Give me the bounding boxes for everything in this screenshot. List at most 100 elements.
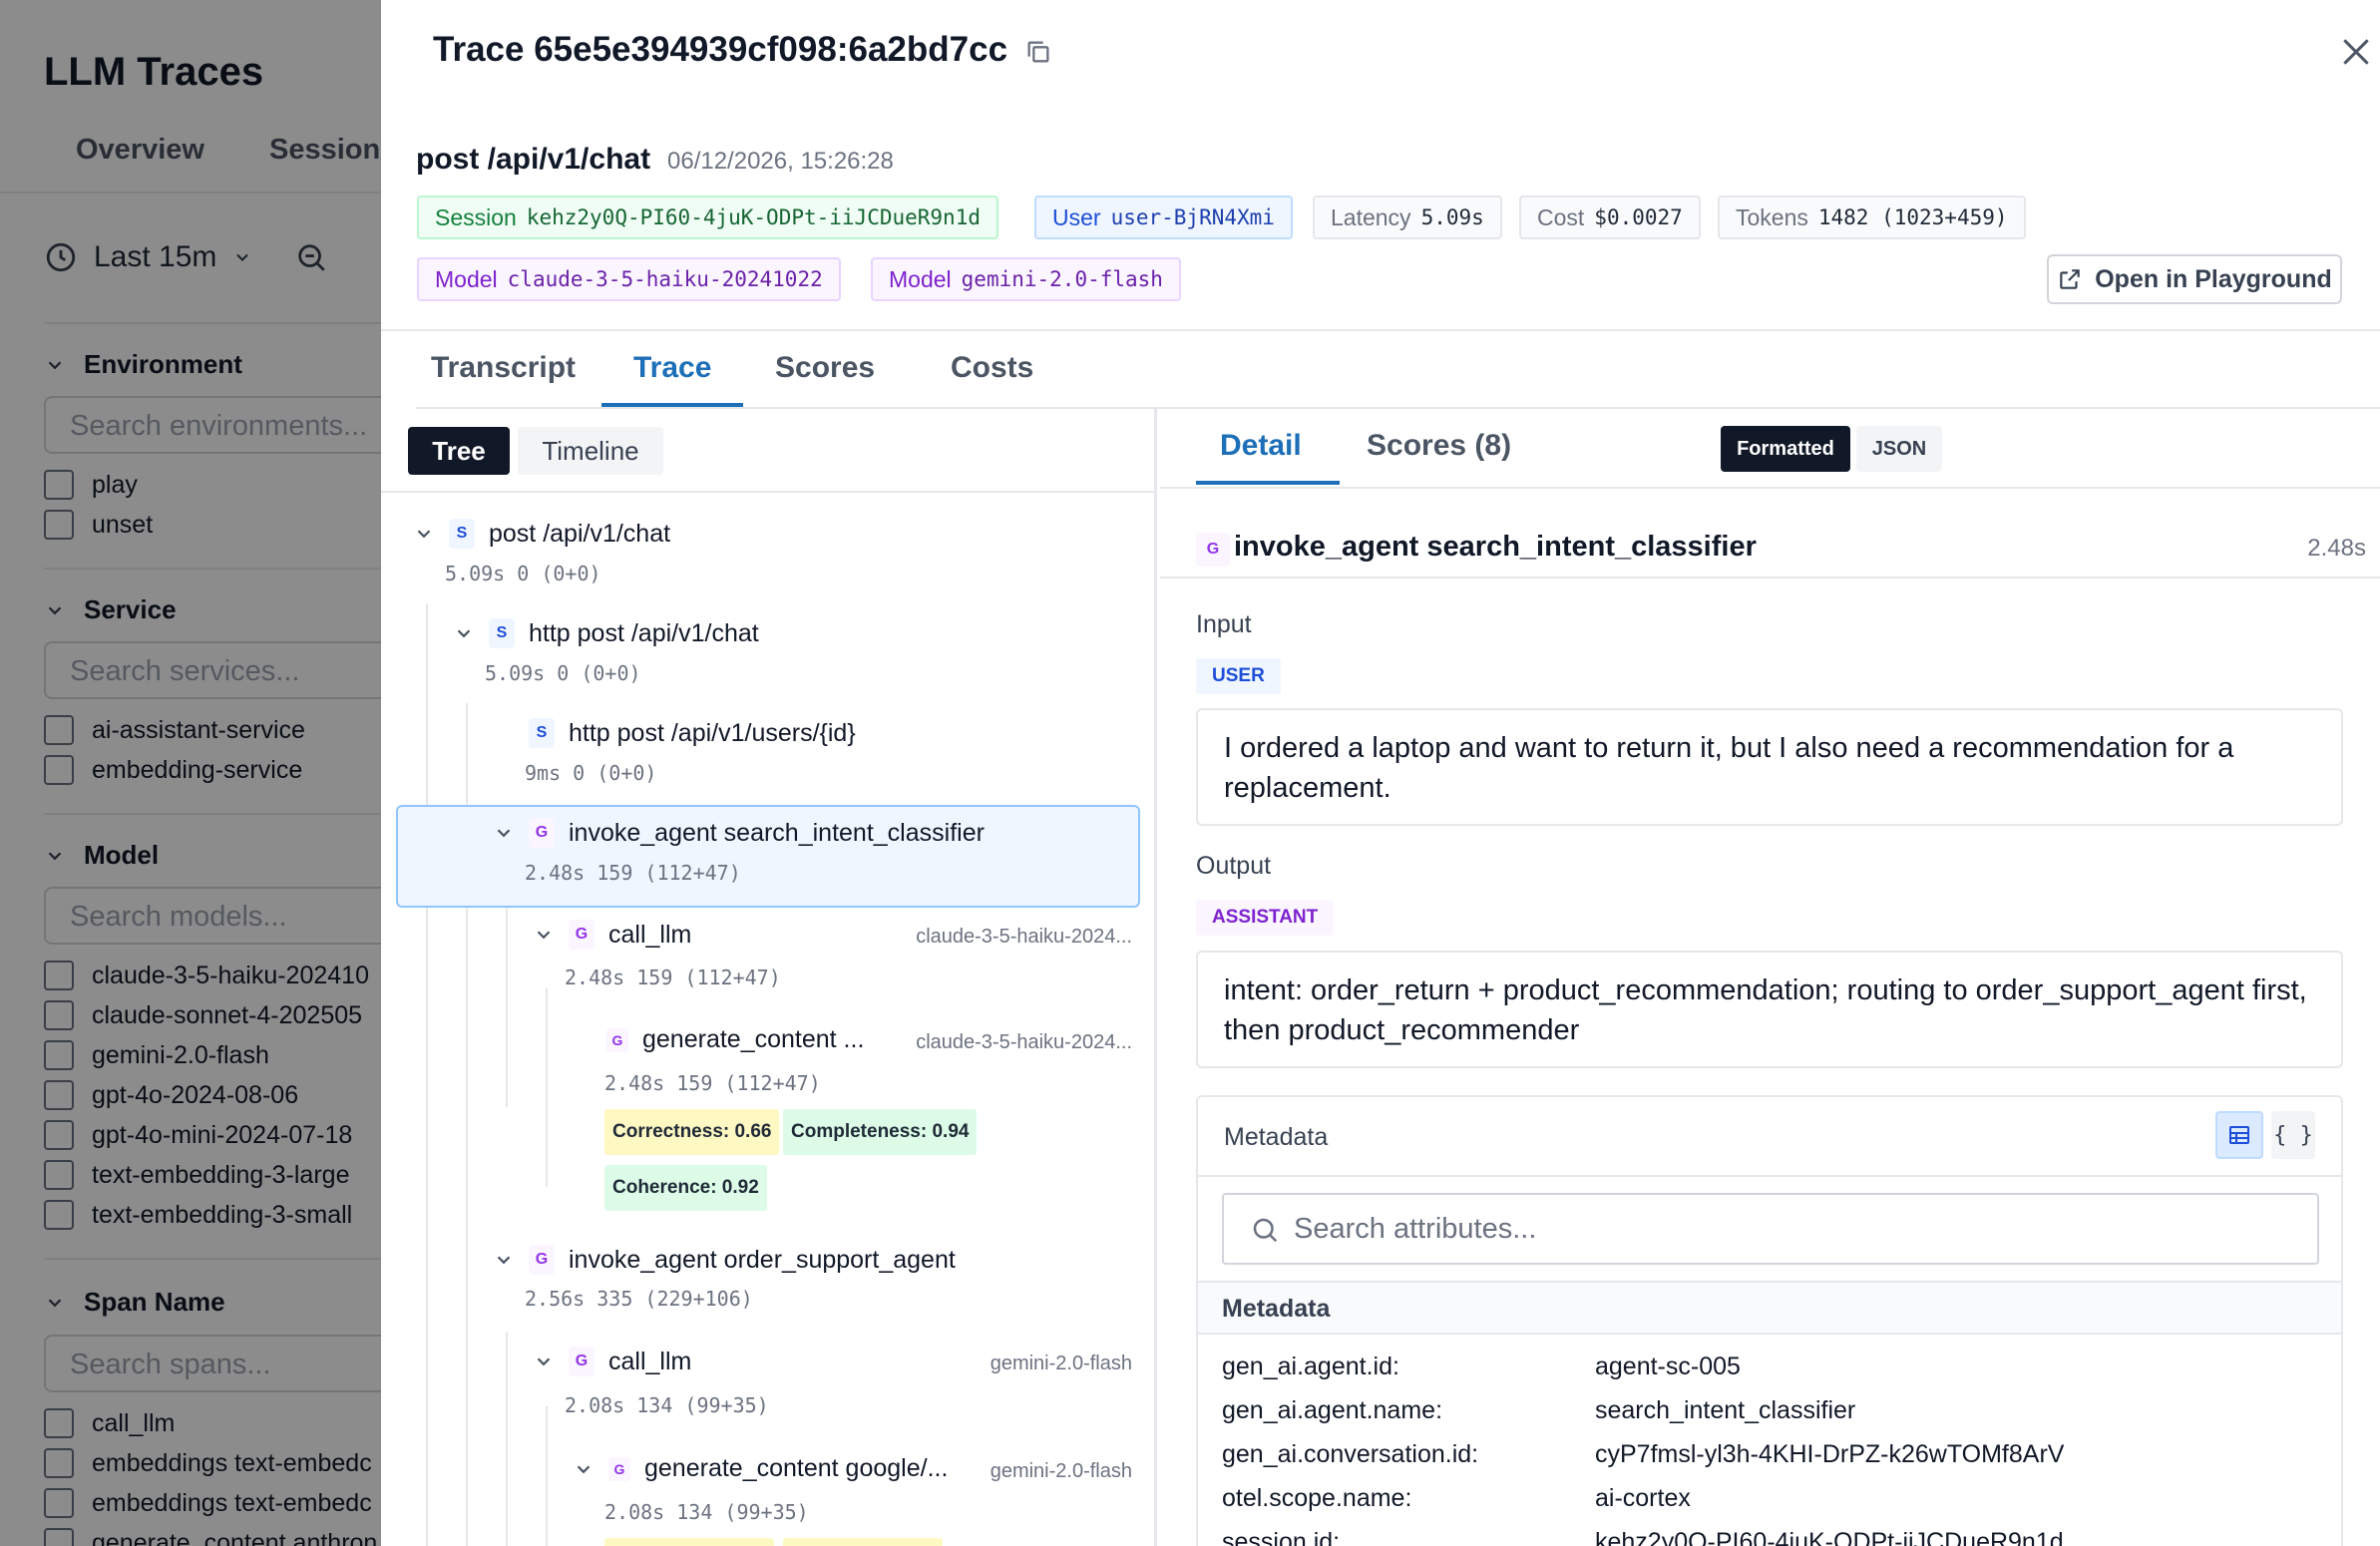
search-placeholder: Search attributes...	[1294, 1212, 1537, 1245]
attribute-key: session.id:	[1222, 1528, 1341, 1546]
pill-value: user-BjRN4Xmi	[1110, 205, 1275, 229]
metadata-title: Metadata	[1224, 1123, 1329, 1151]
table-view-button[interactable]	[2215, 1111, 2263, 1159]
score-badge[interactable]	[783, 1538, 943, 1546]
chevron-down-icon[interactable]	[453, 622, 475, 644]
node-meta: 2.48s 159 (112+47)	[565, 966, 781, 989]
span-type-badge: G	[529, 1245, 555, 1275]
close-icon[interactable]	[2336, 32, 2376, 72]
tree-guide	[506, 1332, 508, 1546]
node-name: call_llm	[608, 920, 692, 949]
tab-span-scores[interactable]: Scores (8)	[1367, 429, 1511, 463]
input-message: I ordered a laptop and want to return it…	[1196, 708, 2343, 826]
tree-guide	[506, 908, 508, 1107]
tree-view-button[interactable]: Tree	[408, 427, 510, 475]
pill-value: kehz2y0Q-PI60-4juK-ODPt-iiJCDueR9n1d	[526, 205, 981, 229]
score-badge[interactable]: Completeness: 0.94	[783, 1109, 978, 1155]
pill-key: Model	[889, 265, 952, 292]
pill-value: 5.09s	[1420, 205, 1484, 229]
search-icon	[1253, 1218, 1278, 1243]
input-label: Input	[1196, 610, 1252, 638]
node-meta: 5.09s 0 (0+0)	[445, 562, 601, 585]
json-button[interactable]: JSON	[1856, 426, 1942, 472]
attribute-key: gen_ai.agent.id:	[1222, 1353, 1399, 1380]
pill-value: gemini-2.0-flash	[961, 267, 1163, 291]
attribute-value: ai-cortex	[1595, 1484, 1691, 1512]
node-model: gemini-2.0-flash	[990, 1353, 1132, 1374]
node-meta: 2.56s 335 (229+106)	[525, 1287, 753, 1311]
tab-scores[interactable]: Scores	[775, 351, 875, 385]
json-view-button[interactable]: { }	[2271, 1111, 2315, 1159]
span-header: G invoke_agent search_intent_classifier …	[1160, 519, 2380, 579]
pill-key: Latency	[1331, 203, 1411, 230]
attribute-key: gen_ai.agent.name:	[1222, 1396, 1443, 1424]
tab-trace[interactable]: Trace	[633, 351, 711, 385]
pill-key: Cost	[1537, 203, 1585, 230]
chevron-down-icon[interactable]	[533, 1351, 555, 1372]
copy-icon[interactable]	[1024, 38, 1052, 66]
node-name: http post /api/v1/chat	[529, 618, 759, 647]
modal-backdrop[interactable]	[0, 0, 381, 1546]
user-pill[interactable]: User user-BjRN4Xmi	[1034, 195, 1293, 239]
chevron-down-icon[interactable]	[533, 924, 555, 946]
divider	[381, 491, 1157, 493]
chevron-down-icon[interactable]	[573, 1458, 595, 1480]
span-type-badge: S	[489, 618, 515, 648]
chevron-down-icon[interactable]	[413, 523, 435, 545]
model-pill[interactable]: Model gemini-2.0-flash	[871, 257, 1181, 301]
node-meta: 2.08s 134 (99+35)	[604, 1500, 809, 1524]
node-meta: 5.09s 0 (0+0)	[485, 661, 641, 685]
span-detail-pane: Detail Scores (8) G invoke_agent search_…	[1160, 409, 2380, 1546]
open-in-playground-button[interactable]: Open in Playground	[2047, 254, 2342, 304]
attribute-key: otel.scope.name:	[1222, 1484, 1412, 1512]
tab-detail[interactable]: Detail	[1220, 429, 1302, 463]
chevron-down-icon[interactable]	[493, 1249, 515, 1271]
node-name: post /api/v1/chat	[489, 519, 671, 548]
span-type-badge: G	[569, 1347, 595, 1376]
formatted-button[interactable]: Formatted	[1721, 426, 1850, 472]
tab-transcript[interactable]: Transcript	[431, 351, 576, 385]
tab-costs[interactable]: Costs	[951, 351, 1033, 385]
node-meta: 2.48s 159 (112+47)	[604, 1071, 821, 1095]
timeline-view-button[interactable]: Timeline	[518, 427, 663, 475]
model-pill[interactable]: Model claude-3-5-haiku-20241022	[417, 257, 841, 301]
node-name: invoke_agent search_intent_classifier	[569, 818, 985, 847]
pill-key: Tokens	[1736, 203, 1808, 230]
node-name: http post /api/v1/users/{id}	[569, 718, 856, 747]
metadata-section-header: Metadata	[1198, 1281, 2341, 1335]
active-tab-indicator	[601, 403, 743, 407]
main-tabs: Transcript Trace Scores Costs	[416, 331, 2380, 409]
attribute-search-input[interactable]: Search attributes...	[1222, 1193, 2319, 1265]
chevron-down-icon[interactable]	[493, 822, 515, 844]
node-model: claude-3-5-haiku-2024...	[916, 926, 1132, 948]
tree-guide	[546, 1406, 548, 1546]
score-badge[interactable]	[604, 1538, 774, 1546]
pill-key: Model	[435, 265, 498, 292]
cost-pill: Cost $0.0027	[1519, 195, 1701, 239]
pill-key: Session	[435, 203, 517, 230]
output-label: Output	[1196, 852, 1272, 880]
score-badge[interactable]: Correctness: 0.66	[604, 1109, 780, 1155]
span-type-badge: G	[569, 920, 595, 950]
node-model: claude-3-5-haiku-2024...	[916, 1031, 1132, 1053]
tree-guide	[546, 987, 548, 1187]
attribute-value: agent-sc-005	[1595, 1353, 1741, 1380]
score-badge[interactable]: Coherence: 0.92	[604, 1165, 767, 1211]
root-timestamp: 06/12/2026, 15:26:28	[667, 148, 894, 175]
assistant-role-badge: ASSISTANT	[1196, 900, 1335, 936]
pill-value: $0.0027	[1594, 205, 1683, 229]
span-type-badge: G	[606, 1027, 628, 1052]
attribute-value: kehz2y0Q-PI60-4juK-ODPt-iiJCDueR9n1d	[1595, 1528, 2064, 1546]
node-model: gemini-2.0-flash	[990, 1460, 1132, 1482]
root-span-name: post /api/v1/chat	[416, 143, 651, 176]
playground-label: Open in Playground	[2095, 264, 2332, 293]
table-icon	[2229, 1126, 2249, 1144]
span-type-badge: G	[529, 818, 555, 848]
node-meta: 2.08s 134 (99+35)	[565, 1393, 769, 1417]
session-pill[interactable]: Session kehz2y0Q-PI60-4juK-ODPt-iiJCDueR9…	[417, 195, 998, 239]
trace-drawer: Trace 65e5e394939cf098:6a2bd7cc post /ap…	[381, 0, 2380, 1546]
external-link-icon	[2060, 269, 2080, 289]
node-meta: 9ms 0 (0+0)	[525, 761, 657, 785]
active-tab-indicator	[1196, 481, 1340, 485]
span-tree-pane: Tree Timeline S post /api/v1/chat 5.09s …	[381, 409, 1157, 1546]
